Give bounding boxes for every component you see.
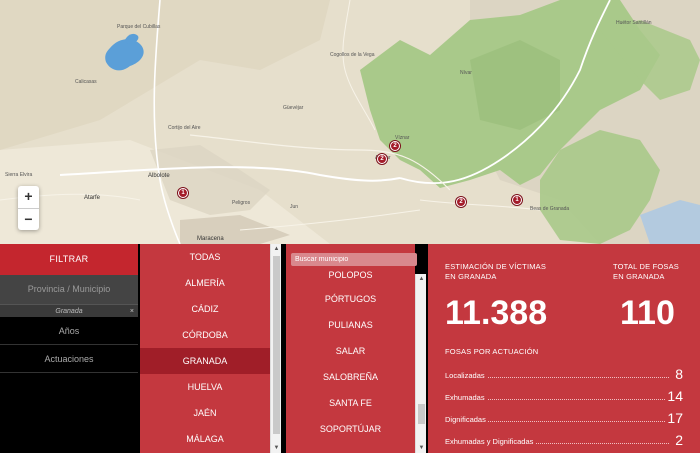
filter-item-years[interactable]: Años (0, 317, 138, 345)
graves-value: 110 (620, 294, 675, 332)
stat-row-exhumed: Exhumadas 14 (445, 386, 683, 404)
map-label: Albolote (148, 173, 170, 179)
victims-label: ESTIMACIÓN DE VÍCTIMAS EN GRANADA (445, 262, 546, 282)
grave-marker[interactable]: 1 (178, 188, 188, 198)
municipality-item[interactable]: SALAR (286, 338, 415, 364)
map-label: Beas de Granada (530, 206, 570, 212)
selected-filter-chip: Granada × (0, 304, 138, 317)
municipality-item[interactable]: SOPORTÚJAR (286, 416, 415, 442)
map-label: Cortijo del Aire (168, 125, 201, 131)
municipality-item[interactable]: SALOBREÑA (286, 364, 415, 390)
grave-marker[interactable]: 2 (456, 197, 466, 207)
stat-row-label: Dignificadas (445, 415, 488, 424)
stat-row-value: 8 (673, 366, 683, 382)
stat-row-localized: Localizadas 8 (445, 364, 683, 382)
selected-filter-label: Granada (55, 308, 83, 315)
stats-panel: ESTIMACIÓN DE VÍCTIMAS EN GRANADA 11.388… (428, 244, 700, 453)
filter-panel: FILTRAR Provincia / Municipio Granada × … (0, 244, 138, 453)
map-label: Sierra Elvira (5, 172, 33, 178)
province-list: TODAS ALMERÍA CÁDIZ CÓRDOBA GRANADA HUEL… (140, 244, 270, 453)
zoom-out-button[interactable]: − (18, 208, 39, 230)
victims-label-line1: ESTIMACIÓN DE VÍCTIMAS (445, 262, 547, 271)
filter-item-actions[interactable]: Actuaciones (0, 345, 138, 373)
municipality-item[interactable]: SANTA FE (286, 390, 415, 416)
map-label: Víznar (395, 135, 410, 141)
graves-label-line2: EN GRANADA (613, 272, 665, 281)
municipality-scrollbar[interactable]: ▲ ▼ (415, 274, 426, 453)
victims-label-line2: EN GRANADA (445, 272, 497, 281)
map-label: Calicasas (75, 79, 97, 85)
stat-row-label: Exhumadas y Dignificadas (445, 437, 536, 446)
municipality-item[interactable]: PÓRTUGOS (286, 286, 415, 312)
map-label: Güevéjar (283, 105, 304, 111)
close-icon[interactable]: × (130, 305, 134, 318)
province-item[interactable]: CÓRDOBA (140, 322, 270, 348)
stat-row-label: Exhumadas (445, 393, 487, 402)
graves-label: TOTAL DE FOSAS EN GRANADA (613, 262, 679, 282)
map-label: Maracena (197, 236, 224, 242)
grave-marker[interactable]: 2 (377, 154, 387, 164)
grave-marker[interactable]: 1 (512, 195, 522, 205)
map-label: Cogollos de la Vega (330, 52, 375, 58)
province-item[interactable]: HUELVA (140, 374, 270, 400)
graves-label-line1: TOTAL DE FOSAS (613, 262, 680, 271)
scrollbar-thumb[interactable] (273, 256, 280, 434)
province-item[interactable]: MÁLAGA (140, 426, 270, 452)
stat-row-exhumed-dignified: Exhumadas y Dignificadas 2 (445, 430, 683, 448)
stat-row-label: Localizadas (445, 371, 487, 380)
province-item[interactable]: ALMERÍA (140, 270, 270, 296)
scroll-up-icon[interactable]: ▲ (416, 274, 427, 284)
filter-province-municipality[interactable]: Provincia / Municipio (0, 275, 138, 304)
map-label: Huétor Santillán (616, 20, 652, 26)
scroll-down-icon[interactable]: ▼ (416, 443, 427, 453)
stat-row-value: 14 (665, 388, 683, 404)
zoom-control: + − (18, 186, 39, 230)
municipality-item[interactable]: PULIANAS (286, 312, 415, 338)
victims-value: 11.388 (445, 294, 548, 332)
filter-header[interactable]: FILTRAR (0, 244, 138, 275)
scroll-up-icon[interactable]: ▲ (271, 244, 282, 254)
municipality-list-panel: POLOPOS PÓRTUGOS PULIANAS SALAR SALOBREÑ… (284, 244, 428, 453)
map-label: Peligros (232, 200, 251, 206)
province-scrollbar[interactable]: ▲ ▼ (270, 244, 281, 453)
province-item[interactable]: CÁDIZ (140, 296, 270, 322)
municipality-list: POLOPOS PÓRTUGOS PULIANAS SALAR SALOBREÑ… (286, 244, 415, 453)
scroll-down-icon[interactable]: ▼ (271, 443, 282, 453)
map-label: Atarfe (84, 195, 101, 201)
stat-row-value: 17 (665, 410, 683, 426)
grave-marker[interactable]: 2 (390, 141, 400, 151)
scrollbar-thumb[interactable] (418, 404, 425, 424)
stat-row-dignified: Dignificadas 17 (445, 408, 683, 426)
zoom-in-button[interactable]: + (18, 186, 39, 208)
province-item-selected[interactable]: GRANADA (140, 348, 270, 374)
municipality-item[interactable]: POLOPOS (286, 264, 415, 286)
map-label: Parque del Cubillas (117, 24, 161, 30)
province-list-panel: TODAS ALMERÍA CÁDIZ CÓRDOBA GRANADA HUEL… (138, 244, 284, 453)
province-item[interactable]: TODAS (140, 244, 270, 270)
map-label: Nívar (460, 70, 472, 76)
map-terrain (0, 0, 700, 244)
section-title: FOSAS POR ACTUACIÓN (445, 347, 539, 356)
map-label: Jun (290, 204, 299, 210)
stat-row-value: 2 (673, 432, 683, 448)
municipality-search-input[interactable] (291, 253, 417, 266)
province-item[interactable]: JAÉN (140, 400, 270, 426)
map[interactable]: Parque del Cubillas Cogollos de la Vega … (0, 0, 700, 244)
